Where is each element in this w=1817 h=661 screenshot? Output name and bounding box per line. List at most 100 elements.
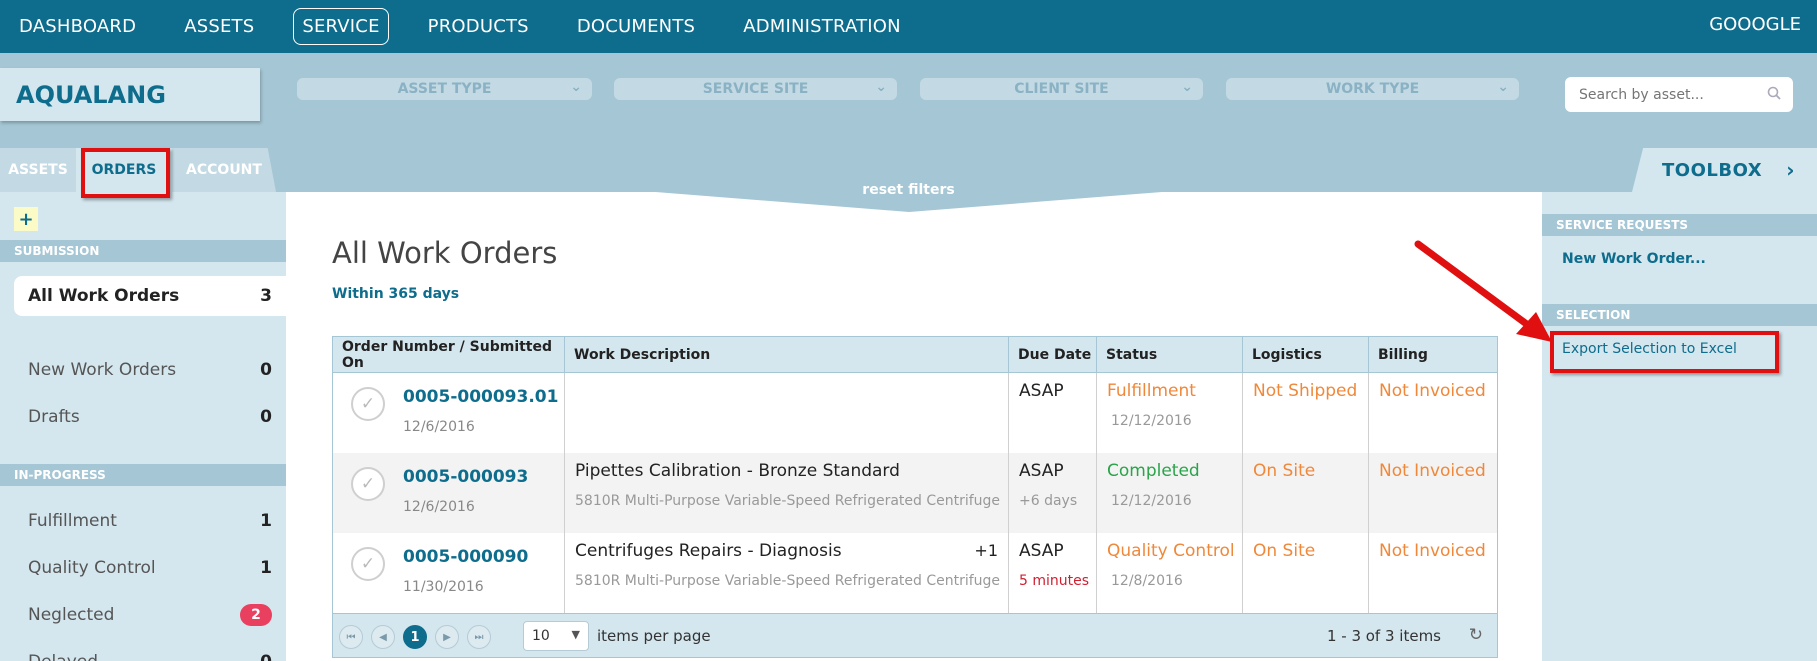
row-select-checkbox[interactable]: ✓ xyxy=(351,547,385,581)
logistics-cell: On Site xyxy=(1243,533,1369,613)
sidebar-item-label: New Work Orders xyxy=(28,360,177,380)
sidebar-item-count: 3 xyxy=(260,286,272,306)
status-badge: 2 xyxy=(240,604,272,626)
nav-dashboard[interactable]: DASHBOARD xyxy=(10,8,145,45)
filter-client-site[interactable]: CLIENT SITE ⌄ xyxy=(920,78,1203,100)
page-number-current[interactable]: 1 xyxy=(403,625,427,649)
chevron-down-icon: ⌄ xyxy=(570,79,582,95)
status-date: 12/12/2016 xyxy=(1111,413,1192,429)
nav-administration[interactable]: ADMINISTRATION xyxy=(734,8,910,45)
add-button[interactable]: + xyxy=(14,207,38,231)
pager-range: 1 - 3 of 3 items xyxy=(1326,627,1441,645)
column-header-description[interactable]: Work Description xyxy=(565,337,1009,373)
row-select-checkbox[interactable]: ✓ xyxy=(351,467,385,501)
column-header-logistics[interactable]: Logistics xyxy=(1243,337,1369,373)
filter-band: AQUALANG ASSET TYPE ⌄ SERVICE SITE ⌄ CLI… xyxy=(0,53,1817,148)
filter-label: WORK TYPE xyxy=(1325,81,1420,97)
status-cell: Quality Control 12/8/2016 xyxy=(1097,533,1243,613)
sidebar-item-fulfillment[interactable]: Fulfillment 1 xyxy=(14,501,286,541)
filter-asset-type[interactable]: ASSET TYPE ⌄ xyxy=(297,78,592,100)
search-input[interactable] xyxy=(1579,86,1759,103)
work-description: Centrifuges Repairs - Diagnosis xyxy=(575,541,842,561)
toolbox-title: TOOLBOX xyxy=(1662,159,1763,181)
due-date: ASAP xyxy=(1019,381,1064,401)
chevron-right-icon: › xyxy=(1786,158,1795,182)
billing-text: Not Invoiced xyxy=(1379,541,1486,561)
nav-products[interactable]: PRODUCTS xyxy=(419,8,538,45)
work-orders-table: Order Number / Submitted On Work Descrip… xyxy=(332,336,1498,658)
logistics-text: On Site xyxy=(1253,541,1316,561)
sidebar-item-drafts[interactable]: Drafts 0 xyxy=(14,397,286,437)
logistics-text: Not Shipped xyxy=(1253,381,1358,401)
sidebar-item-count: 0 xyxy=(260,652,272,661)
order-number-link[interactable]: 0005-000093 xyxy=(403,467,528,487)
table-row[interactable]: ✓ 0005-000093 12/6/2016 Pipettes Calibra… xyxy=(333,453,1497,533)
nav-documents[interactable]: DOCUMENTS xyxy=(568,8,704,45)
extra-items-count[interactable]: +1 xyxy=(974,541,998,560)
top-nav: DASHBOARD ASSETS SERVICE PRODUCTS DOCUME… xyxy=(0,0,1817,53)
last-page-icon[interactable]: ⏭ xyxy=(467,625,491,649)
billing-text: Not Invoiced xyxy=(1379,461,1486,481)
table-row[interactable]: ✓ 0005-000090 11/30/2016 Centrifuges Rep… xyxy=(333,533,1497,613)
sidebar-item-quality-control[interactable]: Quality Control 1 xyxy=(14,548,286,588)
asset-name: 5810R Multi-Purpose Variable-Speed Refri… xyxy=(575,493,1001,509)
filter-label: ASSET TYPE xyxy=(397,81,492,97)
logistics-text: On Site xyxy=(1253,461,1316,481)
order-cell: ✓ 0005-000093.01 12/6/2016 xyxy=(333,373,565,453)
nav-assets[interactable]: ASSETS xyxy=(175,8,263,45)
submitted-date: 12/6/2016 xyxy=(403,499,475,515)
page-size-select[interactable]: 10 ▼ xyxy=(523,621,589,651)
due-offset: 5 minutes xyxy=(1019,573,1090,589)
sidebar-item-neglected[interactable]: Neglected 2 xyxy=(14,595,286,635)
search-icon[interactable] xyxy=(1767,86,1781,100)
annotation-arrow-icon xyxy=(1414,240,1552,342)
first-page-icon[interactable]: ⏮ xyxy=(339,625,363,649)
billing-cell: Not Invoiced xyxy=(1369,533,1497,613)
table-row[interactable]: ✓ 0005-000093.01 12/6/2016 ASAP Fulfillm… xyxy=(333,373,1497,453)
logistics-cell: Not Shipped xyxy=(1243,373,1369,453)
column-header-order[interactable]: Order Number / Submitted On xyxy=(333,337,565,373)
column-header-due-date[interactable]: Due Date xyxy=(1009,337,1097,373)
chevron-down-icon: ⌄ xyxy=(875,79,887,95)
section-submission: SUBMISSION xyxy=(0,240,286,262)
sidebar-item-all-work-orders[interactable]: All Work Orders 3 xyxy=(14,276,286,316)
sidebar-item-label: All Work Orders xyxy=(28,286,180,306)
next-page-icon[interactable]: ▶ xyxy=(435,625,459,649)
sidebar-item-count: 1 xyxy=(260,558,272,578)
sidebar-item-new-work-orders[interactable]: New Work Orders 0 xyxy=(14,350,286,390)
date-range-filter[interactable]: Within 365 days xyxy=(332,286,459,302)
row-select-checkbox[interactable]: ✓ xyxy=(351,387,385,421)
search-box xyxy=(1565,77,1793,112)
filter-work-type[interactable]: WORK TYPE ⌄ xyxy=(1226,78,1519,100)
user-menu[interactable]: GOOOGLE xyxy=(1709,14,1801,35)
status-date: 12/8/2016 xyxy=(1111,573,1183,589)
logistics-cell: On Site xyxy=(1243,453,1369,533)
due-cell: ASAP +6 days xyxy=(1009,453,1097,533)
submitted-date: 12/6/2016 xyxy=(403,419,475,435)
sidebar-item-label: Quality Control xyxy=(28,558,156,578)
company-name: AQUALANG xyxy=(16,80,166,109)
chevron-down-icon: ⌄ xyxy=(1497,79,1509,95)
status-date: 12/12/2016 xyxy=(1111,493,1192,509)
billing-cell: Not Invoiced xyxy=(1369,373,1497,453)
column-header-status[interactable]: Status xyxy=(1097,337,1243,373)
prev-page-icon[interactable]: ◀ xyxy=(371,625,395,649)
order-number-link[interactable]: 0005-000090 xyxy=(403,547,528,567)
sidebar: + SUBMISSION All Work Orders 3 New Work … xyxy=(0,192,286,661)
due-offset: +6 days xyxy=(1019,493,1078,509)
order-number-link[interactable]: 0005-000093.01 xyxy=(403,387,558,407)
sidebar-item-label: Drafts xyxy=(28,407,80,427)
table-header: Order Number / Submitted On Work Descrip… xyxy=(333,337,1497,373)
nav-service[interactable]: SERVICE xyxy=(293,8,389,45)
submitted-date: 11/30/2016 xyxy=(403,579,484,595)
reset-filters-text[interactable]: reset filters xyxy=(862,182,954,198)
status-text: Quality Control xyxy=(1107,541,1235,561)
page-title: All Work Orders xyxy=(332,236,558,270)
new-work-order-link[interactable]: New Work Order... xyxy=(1562,251,1706,267)
refresh-icon[interactable]: ↻ xyxy=(1469,625,1483,645)
sidebar-item-delayed[interactable]: Delayed 0 xyxy=(14,642,286,661)
toolbox-service-requests-head: SERVICE REQUESTS xyxy=(1542,214,1817,236)
filter-label: SERVICE SITE xyxy=(702,81,809,97)
company-card: AQUALANG xyxy=(0,68,260,121)
filter-service-site[interactable]: SERVICE SITE ⌄ xyxy=(614,78,897,100)
